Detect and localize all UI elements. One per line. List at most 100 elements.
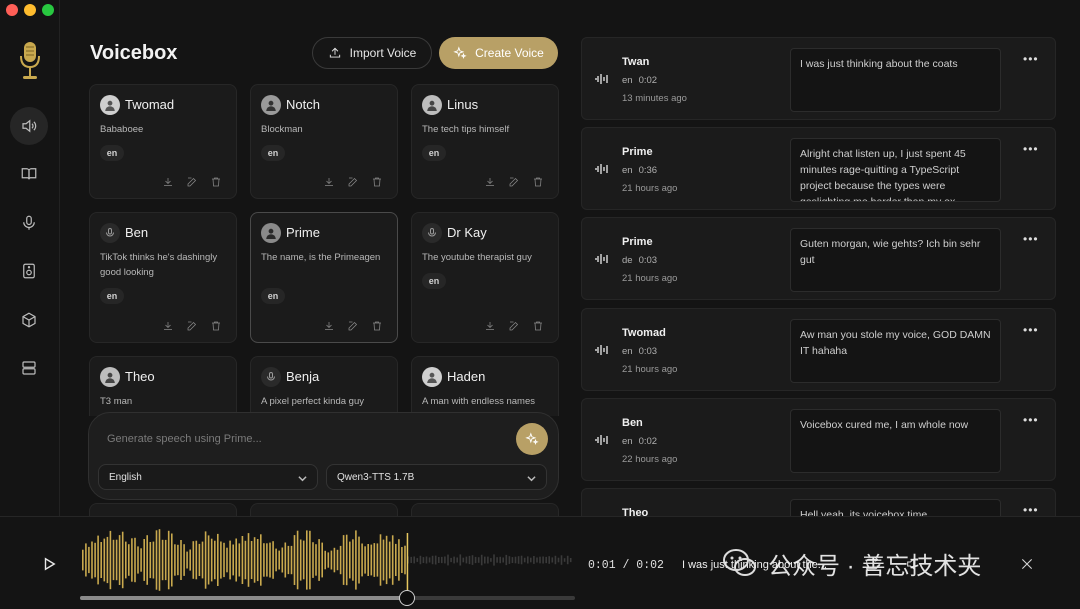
nav-record[interactable] [10, 204, 48, 242]
person-avatar-icon [266, 228, 276, 239]
generate-speech-input[interactable] [107, 431, 487, 447]
model-select[interactable]: Qwen3-TTS 1.7B [326, 464, 547, 490]
voice-card-benja[interactable]: Benja A pixel perfect kinda guy [250, 356, 398, 416]
waveform-bar [404, 545, 406, 575]
voice-card-linus[interactable]: Linus The tech tips himself en [411, 84, 559, 199]
waveform-bar [275, 548, 277, 572]
waveform-bar [361, 543, 363, 577]
waveform-bar [167, 530, 170, 590]
download-icon[interactable] [162, 176, 174, 188]
more-options-icon[interactable]: ••• [1023, 52, 1039, 66]
nav-library[interactable] [10, 155, 48, 193]
waveform-bar [263, 543, 265, 577]
download-icon[interactable] [323, 320, 335, 332]
download-icon[interactable] [484, 320, 496, 332]
waveform-bar [465, 556, 468, 564]
mic-icon [428, 228, 436, 237]
trash-icon[interactable] [532, 320, 544, 332]
create-voice-button[interactable]: Create Voice [439, 37, 558, 69]
waveform-bar [189, 549, 191, 571]
history-lang: en [622, 165, 633, 176]
trash-icon[interactable] [210, 320, 222, 332]
waveform-bar [85, 543, 87, 577]
more-options-icon[interactable]: ••• [1023, 232, 1039, 246]
mic-icon [267, 372, 275, 381]
waveform-bar [214, 540, 216, 580]
waveform-display[interactable] [80, 525, 575, 601]
trash-icon[interactable] [371, 320, 383, 332]
person-avatar-icon [427, 372, 437, 383]
nav-voices[interactable] [10, 107, 48, 145]
voice-card-dr-kay[interactable]: Dr Kay The youtube therapist guy en [411, 212, 559, 343]
play-button[interactable] [42, 557, 56, 571]
more-options-icon[interactable]: ••• [1023, 142, 1039, 156]
seek-handle[interactable] [398, 590, 415, 606]
trash-icon[interactable] [532, 176, 544, 188]
maximize-window-button[interactable] [42, 4, 54, 16]
history-item[interactable]: Prime en 0:36 21 hours ago Alright chat l… [581, 127, 1056, 210]
edit-icon[interactable] [186, 320, 198, 332]
waveform-bar [106, 536, 109, 584]
waveform-icon [594, 251, 610, 267]
trash-icon[interactable] [210, 176, 222, 188]
waveform-bar [385, 535, 388, 585]
waveform-bar [112, 539, 115, 581]
wechat-logo-icon [723, 549, 756, 576]
card-actions [162, 176, 222, 188]
close-window-button[interactable] [6, 4, 18, 16]
language-badge: en [100, 288, 124, 304]
voice-card-theo[interactable]: Theo T3 man [89, 356, 237, 416]
more-options-icon[interactable]: ••• [1023, 323, 1039, 337]
minimize-window-button[interactable] [24, 4, 36, 16]
nav-models[interactable] [10, 301, 48, 339]
waveform-bar [118, 535, 121, 585]
waveform-bar [542, 556, 544, 564]
history-item[interactable]: Ben en 0:02 22 hours ago Voicebox cured m… [581, 398, 1056, 481]
waveform-icon [594, 432, 610, 448]
history-item[interactable]: Twan en 0:02 13 minutes ago I was just th… [581, 37, 1056, 120]
waveform-bar [287, 545, 290, 575]
edit-icon[interactable] [186, 176, 198, 188]
history-item[interactable]: Prime de 0:03 21 hours ago Guten morgan, … [581, 217, 1056, 300]
edit-icon[interactable] [347, 176, 359, 188]
download-icon[interactable] [162, 320, 174, 332]
waveform-bar [186, 551, 188, 569]
voice-card-haden[interactable]: Haden A man with endless names [411, 356, 559, 416]
nav-server[interactable] [10, 349, 48, 387]
waveform-bar [502, 557, 504, 563]
voice-card-prime[interactable]: Prime The name, is the Primeagen en [250, 212, 398, 343]
waveform-bar [103, 538, 106, 582]
import-voice-button[interactable]: Import Voice [312, 37, 432, 69]
waveform-bar [395, 543, 397, 576]
more-options-icon[interactable]: ••• [1023, 413, 1039, 427]
voice-card-ben[interactable]: Ben TikTok thinks he's dashingly good lo… [89, 212, 237, 343]
waveform-bar [137, 546, 139, 574]
more-options-icon[interactable]: ••• [1023, 503, 1039, 517]
waveform-bar [487, 556, 489, 564]
voice-card-twomad[interactable]: Twomad Bababoee en [89, 84, 237, 199]
waveform-bar [382, 539, 385, 581]
language-select[interactable]: English [98, 464, 318, 490]
voice-card-notch[interactable]: Notch Blockman en [250, 84, 398, 199]
waveform-bar [456, 557, 458, 563]
waveform-bar [195, 540, 198, 580]
edit-icon[interactable] [508, 176, 520, 188]
sparkle-icon [525, 432, 539, 446]
voice-description: T3 man [100, 396, 133, 407]
waveform-bar [373, 543, 376, 577]
download-icon[interactable] [484, 176, 496, 188]
edit-icon[interactable] [508, 320, 520, 332]
history-item[interactable]: Twomad en 0:03 21 hours ago Aw man you st… [581, 308, 1056, 391]
download-icon[interactable] [323, 176, 335, 188]
waveform-bar [140, 548, 142, 572]
trash-icon[interactable] [371, 176, 383, 188]
generate-button[interactable] [516, 423, 548, 455]
seek-bar[interactable] [80, 596, 575, 600]
card-actions [484, 176, 544, 188]
close-player-button[interactable] [1019, 556, 1035, 572]
waveform-bar [554, 555, 557, 565]
nav-audio[interactable] [10, 252, 48, 290]
history-meta: en 0:02 [622, 75, 657, 86]
history-voice-name: Twan [622, 56, 650, 68]
edit-icon[interactable] [347, 320, 359, 332]
